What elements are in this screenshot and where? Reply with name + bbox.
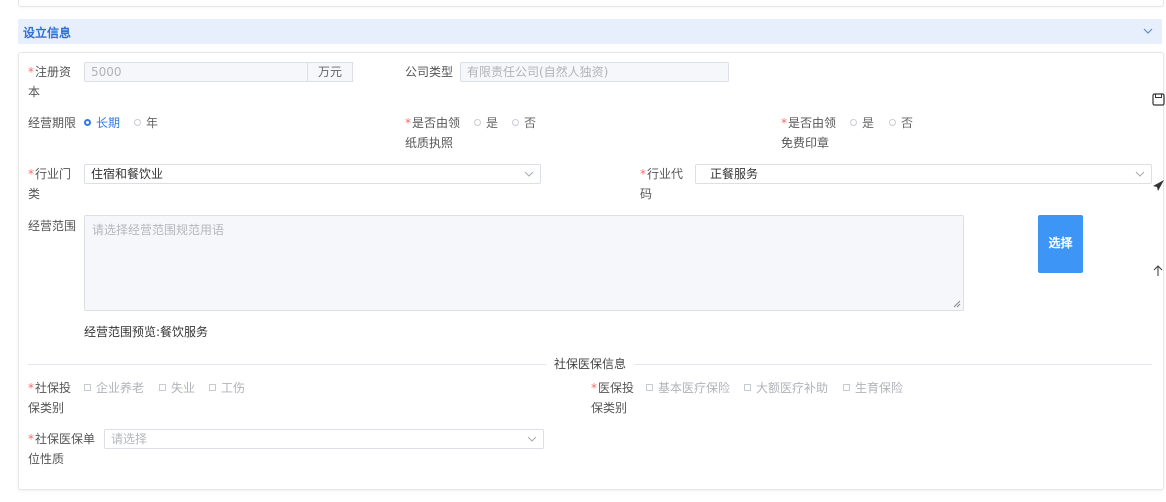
checkbox-major-medical[interactable]: 大额医疗补助 bbox=[744, 378, 828, 398]
paper-license-yes[interactable]: 是 bbox=[474, 113, 498, 133]
back-to-top-icon[interactable] bbox=[1152, 264, 1164, 277]
paper-license-no[interactable]: 否 bbox=[512, 113, 536, 133]
medical-type-label: *医保投 bbox=[591, 381, 635, 395]
section-header[interactable]: 设立信息 bbox=[18, 19, 1162, 44]
resize-handle-icon[interactable] bbox=[953, 300, 961, 308]
free-seal-no[interactable]: 否 bbox=[889, 113, 913, 133]
registered-capital-label-line2: 本 bbox=[28, 85, 41, 99]
business-scope-textarea[interactable]: 请选择经营范围规范用语 bbox=[84, 215, 964, 311]
radio-unchecked-icon bbox=[512, 119, 519, 126]
checkbox-injury[interactable]: 工伤 bbox=[209, 378, 245, 398]
operating-period-label: 经营期限 bbox=[28, 116, 77, 130]
company-type-label: 公司类型 bbox=[405, 65, 454, 79]
checkbox-pension[interactable]: 企业养老 bbox=[84, 378, 144, 398]
section-title: 设立信息 bbox=[23, 26, 72, 40]
industry-code-select[interactable]: 正餐服务 bbox=[695, 164, 1152, 184]
pension-type-label: *社保投 bbox=[28, 381, 72, 395]
industry-code-value: 正餐服务 bbox=[710, 167, 759, 181]
industry-code-label-line2: 码 bbox=[640, 187, 653, 201]
registered-capital-unit: 万元 bbox=[307, 62, 353, 82]
checkbox-maternity[interactable]: 生育保险 bbox=[843, 378, 903, 398]
business-scope-preview: 经营范围预览:餐饮服务 bbox=[84, 325, 209, 339]
radio-unchecked-icon bbox=[134, 119, 141, 126]
company-type-input[interactable]: 有限责任公司(自然人独资) bbox=[460, 62, 729, 82]
checkbox-icon bbox=[159, 384, 166, 391]
registered-capital-input[interactable]: 5000 bbox=[84, 62, 308, 82]
radio-long-term[interactable]: 长期 bbox=[84, 113, 120, 133]
checkbox-icon bbox=[843, 384, 850, 391]
paper-license-label: *是否由领 bbox=[405, 116, 461, 130]
free-seal-yes[interactable]: 是 bbox=[850, 113, 874, 133]
unit-nature-label-line2: 位性质 bbox=[28, 452, 65, 466]
business-scope-label: 经营范围 bbox=[28, 219, 77, 233]
checkbox-icon bbox=[209, 384, 216, 391]
radio-checked-icon bbox=[84, 119, 91, 126]
checkbox-unemployment[interactable]: 失业 bbox=[159, 378, 195, 398]
divider-title: 社保医保信息 bbox=[546, 357, 635, 371]
chevron-down-icon bbox=[524, 171, 534, 177]
free-seal-label: *是否由领 bbox=[781, 116, 837, 130]
pension-type-label-line2: 保类别 bbox=[28, 401, 65, 415]
industry-category-label-line2: 类 bbox=[28, 187, 41, 201]
industry-category-select[interactable]: 住宿和餐饮业 bbox=[84, 164, 541, 184]
checkbox-basic-medical[interactable]: 基本医疗保险 bbox=[646, 378, 730, 398]
unit-nature-label: *社保医保单 bbox=[28, 432, 96, 446]
radio-years[interactable]: 年 bbox=[134, 113, 158, 133]
industry-category-label: *行业门 bbox=[28, 167, 72, 181]
checkbox-icon bbox=[84, 384, 91, 391]
select-scope-button[interactable]: 选择 bbox=[1038, 215, 1083, 273]
business-scope-placeholder: 请选择经营范围规范用语 bbox=[92, 223, 225, 237]
registered-capital-label: *注册资 bbox=[28, 65, 72, 79]
unit-nature-select[interactable]: 请选择 bbox=[104, 429, 544, 449]
paper-license-label-line2: 纸质执照 bbox=[405, 136, 454, 150]
radio-unchecked-icon bbox=[474, 119, 481, 126]
unit-nature-placeholder: 请选择 bbox=[111, 432, 148, 446]
chevron-down-icon bbox=[527, 436, 537, 442]
industry-code-label: *行业代 bbox=[640, 167, 684, 181]
medical-type-label-line2: 保类别 bbox=[591, 401, 628, 415]
industry-category-value: 住宿和餐饮业 bbox=[91, 167, 164, 181]
radio-unchecked-icon bbox=[889, 119, 896, 126]
free-seal-label-line2: 免费印章 bbox=[781, 136, 830, 150]
previous-panel-bottom bbox=[18, 0, 1164, 7]
radio-unchecked-icon bbox=[850, 119, 857, 126]
send-icon[interactable] bbox=[1152, 179, 1165, 192]
chevron-down-icon bbox=[1135, 171, 1145, 177]
checkbox-icon bbox=[744, 384, 751, 391]
chevron-down-icon[interactable] bbox=[1142, 25, 1154, 37]
save-icon[interactable] bbox=[1152, 93, 1165, 106]
checkbox-icon bbox=[646, 384, 653, 391]
